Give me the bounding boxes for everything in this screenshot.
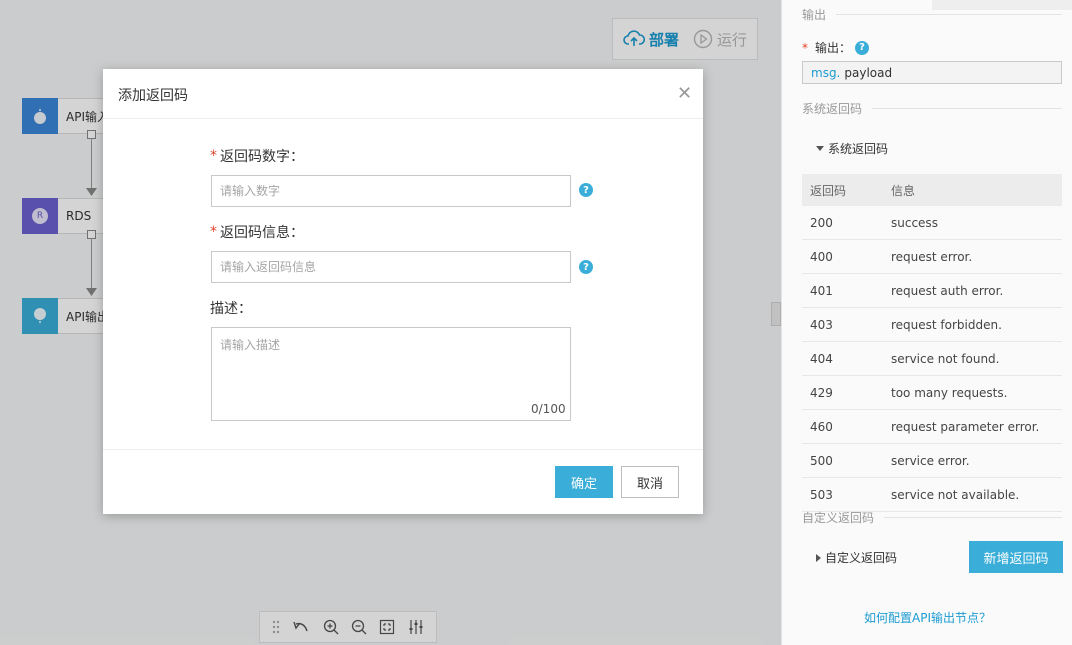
section-title: 自定义返回码 bbox=[802, 511, 875, 525]
char-counter: 0/100 bbox=[531, 402, 566, 416]
footer-divider bbox=[103, 449, 703, 450]
desc-field-label: 描述： bbox=[210, 298, 252, 318]
toggle-label: 自定义返回码 bbox=[825, 551, 898, 565]
code-cell: 400 bbox=[802, 239, 883, 274]
section-output: 输出 bbox=[802, 6, 1062, 23]
table-row: 400 request error. bbox=[802, 239, 1062, 274]
section-system-codes: 系统返回码 bbox=[802, 100, 1062, 117]
custom-codes-toggle[interactable]: 自定义返回码 bbox=[816, 549, 897, 566]
label-text: 返回码数字： bbox=[220, 149, 304, 165]
info-cell: service not found. bbox=[883, 341, 1062, 376]
info-input[interactable] bbox=[211, 251, 571, 283]
toggle-label: 系统返回码 bbox=[828, 142, 889, 156]
info-cell: request error. bbox=[883, 239, 1062, 274]
label-text: 描述： bbox=[210, 301, 252, 317]
output-field[interactable]: msg. payload bbox=[802, 61, 1062, 84]
msg-prefix: msg. bbox=[811, 65, 841, 80]
help-icon[interactable]: ? bbox=[579, 183, 593, 197]
info-cell: request auth error. bbox=[883, 273, 1062, 308]
help-icon[interactable]: ? bbox=[579, 260, 593, 274]
code-input[interactable] bbox=[211, 175, 571, 207]
code-cell: 503 bbox=[802, 477, 883, 512]
code-cell: 500 bbox=[802, 443, 883, 478]
caret-right-icon bbox=[816, 553, 821, 562]
label-text: 返回码信息： bbox=[220, 225, 304, 241]
table-row: 503 service not available. bbox=[802, 477, 1062, 512]
info-cell: service not available. bbox=[883, 477, 1062, 512]
required-mark: * bbox=[210, 148, 217, 164]
output-label-row: * 输出： ? bbox=[802, 39, 870, 56]
output-value: payload bbox=[844, 65, 893, 80]
table-row: 401 request auth error. bbox=[802, 273, 1062, 308]
info-cell: too many requests. bbox=[883, 375, 1062, 410]
table-row: 403 request forbidden. bbox=[802, 307, 1062, 342]
info-field-label: * 返回码信息： bbox=[210, 222, 304, 242]
table-row: 200 success bbox=[802, 206, 1062, 240]
section-custom-codes: 自定义返回码 bbox=[802, 509, 1062, 526]
caret-down-icon bbox=[816, 146, 824, 151]
code-cell: 460 bbox=[802, 409, 883, 444]
column-header: 返回码 bbox=[802, 174, 883, 206]
properties-panel: 输出 * 输出： ? msg. payload 系统返回码 系统返回码 返回码 … bbox=[781, 0, 1072, 645]
code-cell: 403 bbox=[802, 307, 883, 342]
header-divider bbox=[103, 118, 703, 119]
help-icon[interactable]: ? bbox=[855, 40, 870, 55]
add-return-code-dialog: 添加返回码 ✕ * 返回码数字： ? * 返回码信息： ? 描述： 0/100 … bbox=[103, 69, 703, 514]
code-cell: 429 bbox=[802, 375, 883, 410]
output-label: 输出： bbox=[815, 41, 852, 55]
system-codes-table: 返回码 信息 200 success 400 request error. 401 r… bbox=[802, 174, 1062, 512]
code-cell: 401 bbox=[802, 273, 883, 308]
section-title: 输出 bbox=[802, 8, 827, 22]
info-cell: request forbidden. bbox=[883, 307, 1062, 342]
section-title: 系统返回码 bbox=[802, 102, 863, 116]
description-textarea[interactable] bbox=[211, 327, 571, 421]
close-icon[interactable]: ✕ bbox=[677, 83, 692, 104]
system-codes-toggle[interactable]: 系统返回码 bbox=[816, 140, 888, 157]
cancel-button[interactable]: 取消 bbox=[621, 466, 679, 498]
add-return-code-button[interactable]: 新增返回码 bbox=[969, 541, 1063, 573]
dialog-title: 添加返回码 bbox=[118, 88, 188, 104]
info-cell: success bbox=[883, 206, 1062, 240]
table-row: 404 service not found. bbox=[802, 341, 1062, 376]
table-row: 500 service error. bbox=[802, 443, 1062, 478]
column-header: 信息 bbox=[883, 174, 1062, 206]
code-field-label: * 返回码数字： bbox=[210, 146, 304, 166]
required-mark: * bbox=[210, 224, 217, 240]
code-cell: 200 bbox=[802, 206, 883, 240]
confirm-button[interactable]: 确定 bbox=[555, 466, 613, 498]
required-mark: * bbox=[802, 40, 808, 55]
info-cell: service error. bbox=[883, 443, 1062, 478]
table-row: 429 too many requests. bbox=[802, 375, 1062, 410]
table-row: 460 request parameter error. bbox=[802, 409, 1062, 444]
help-link[interactable]: 如何配置API输出节点？ bbox=[782, 609, 1072, 626]
info-cell: request parameter error. bbox=[883, 409, 1062, 444]
code-cell: 404 bbox=[802, 341, 883, 376]
table-header-row: 返回码 信息 bbox=[802, 174, 1062, 206]
